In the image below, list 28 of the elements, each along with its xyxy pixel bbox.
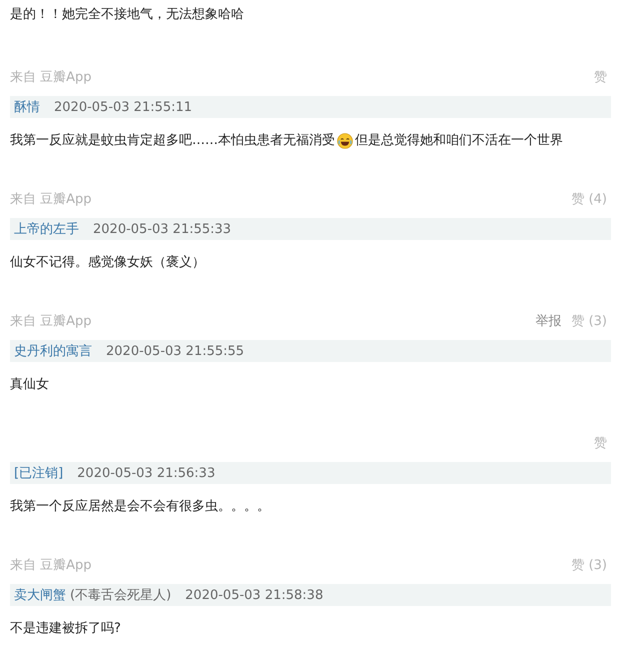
comment-text: 仙女不记得。感觉像女妖（褒义）	[10, 254, 206, 272]
comment-text: 但是总觉得她和咱们不活在一个世界	[355, 132, 563, 150]
timestamp: 2020-05-03 21:55:33	[93, 222, 232, 236]
timestamp: 2020-05-03 21:55:11	[54, 100, 192, 114]
comment-text: 我第一个反应居然是会不会有很多虫。。。。	[10, 498, 271, 516]
source-label: 来自 豆瓣App	[10, 191, 92, 208]
like-link[interactable]: 赞	[594, 68, 607, 86]
comment-text: 我第一反应就是蚊虫肯定超多吧……本怕虫患者无福消受	[10, 132, 335, 150]
author-link[interactable]: 上帝的左手	[14, 220, 79, 238]
comment-text: 不是违建被拆了吗?	[10, 620, 122, 638]
timestamp: 2020-05-03 21:58:38	[185, 588, 324, 602]
timestamp: 2020-05-03 21:55:55	[106, 344, 244, 358]
source-label: 来自 豆瓣App	[10, 69, 92, 86]
author-link[interactable]: 卖大闸蟹	[14, 586, 66, 604]
source-label: 来自 豆瓣App	[10, 313, 92, 330]
author-note: (不毒舌会死星人)	[70, 587, 172, 604]
author-link[interactable]: 酥情	[14, 98, 40, 116]
like-link[interactable]: 赞 (3)	[571, 556, 607, 574]
like-link[interactable]: 赞 (4)	[571, 190, 607, 208]
author-link[interactable]: 史丹利的寓言	[14, 342, 92, 360]
comment-text: 是的！！她完全不接地气，无法想象哈哈	[10, 6, 245, 24]
author-link[interactable]: [已注销]	[14, 464, 64, 482]
timestamp: 2020-05-03 21:56:33	[77, 466, 216, 480]
like-link[interactable]: 赞 (3)	[571, 312, 607, 330]
comment-text: 真仙女	[10, 376, 50, 394]
source-label: 来自 豆瓣App	[10, 557, 92, 574]
like-link[interactable]: 赞	[594, 434, 607, 452]
report-link[interactable]: 举报	[535, 312, 562, 330]
